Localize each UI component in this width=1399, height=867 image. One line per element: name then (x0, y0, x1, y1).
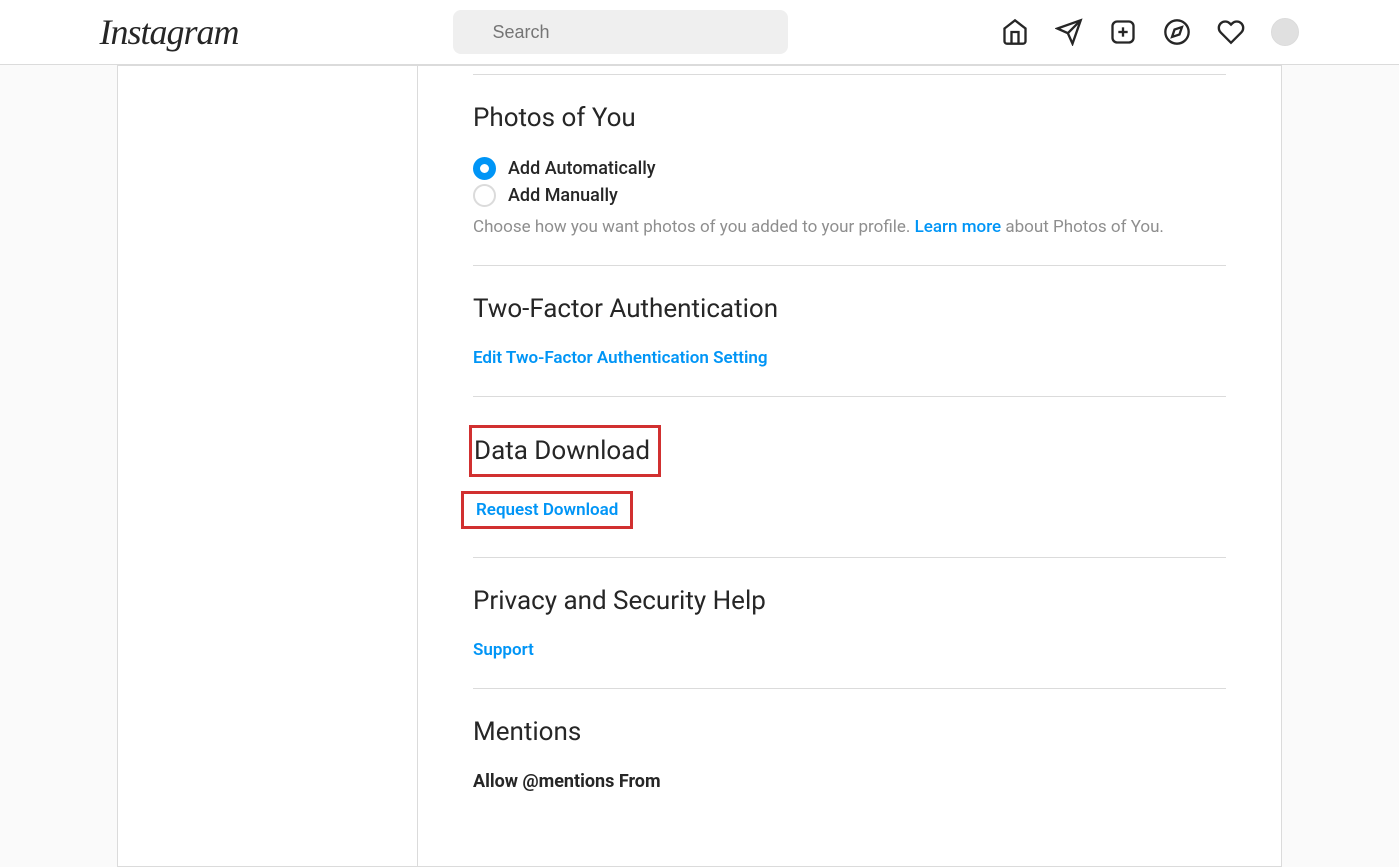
messages-icon[interactable] (1055, 18, 1083, 46)
content-box: Photos of You Add Automatically Add Manu… (117, 65, 1282, 867)
data-download-highlight: Data Download (469, 425, 661, 477)
help-text-suffix: about Photos of You. (1001, 217, 1164, 237)
search-wrapper (453, 10, 788, 54)
mentions-title: Mentions (473, 717, 1226, 747)
privacy-help-section: Privacy and Security Help Support (473, 557, 1226, 688)
settings-sidebar (118, 66, 418, 866)
main-container: Photos of You Add Automatically Add Manu… (0, 65, 1399, 867)
radio-circle (473, 184, 496, 207)
privacy-help-title: Privacy and Security Help (473, 586, 1226, 616)
nav-icons (1001, 18, 1299, 46)
content-area: Photos of You Add Automatically Add Manu… (418, 66, 1281, 866)
search-input[interactable] (453, 10, 788, 54)
explore-icon[interactable] (1163, 18, 1191, 46)
photos-help-text: Choose how you want photos of you added … (473, 217, 1226, 237)
radio-label-auto: Add Automatically (508, 158, 656, 179)
request-download-highlight-wrapper: Request Download (461, 491, 1226, 529)
two-factor-section: Two-Factor Authentication Edit Two-Facto… (473, 265, 1226, 396)
radio-label-manual: Add Manually (508, 185, 618, 206)
data-download-section: Data Download Request Download (473, 396, 1226, 557)
radio-add-automatically[interactable]: Add Automatically (473, 157, 1226, 180)
data-download-title: Data Download (474, 436, 650, 466)
help-text-prefix: Choose how you want photos of you added … (473, 217, 915, 237)
photos-of-you-section: Photos of You Add Automatically Add Manu… (473, 74, 1226, 265)
support-link[interactable]: Support (473, 640, 534, 660)
radio-circle-selected (473, 157, 496, 180)
new-post-icon[interactable] (1109, 18, 1137, 46)
two-factor-title: Two-Factor Authentication (473, 294, 1226, 324)
search-container (453, 10, 788, 54)
header: Instagram (0, 0, 1399, 65)
edit-two-factor-link[interactable]: Edit Two-Factor Authentication Setting (473, 348, 768, 368)
learn-more-link[interactable]: Learn more (915, 217, 1002, 237)
mentions-section: Mentions Allow @mentions From (473, 688, 1226, 820)
photos-radio-group: Add Automatically Add Manually (473, 157, 1226, 207)
avatar[interactable] (1271, 18, 1299, 46)
home-icon[interactable] (1001, 18, 1029, 46)
photos-of-you-title: Photos of You (473, 103, 1226, 133)
request-download-link[interactable]: Request Download (476, 500, 618, 520)
activity-icon[interactable] (1217, 18, 1245, 46)
mentions-subtitle: Allow @mentions From (473, 771, 1226, 792)
instagram-logo[interactable]: Instagram (100, 11, 239, 53)
request-download-highlight: Request Download (461, 491, 633, 529)
radio-add-manually[interactable]: Add Manually (473, 184, 1226, 207)
header-inner: Instagram (80, 10, 1320, 54)
